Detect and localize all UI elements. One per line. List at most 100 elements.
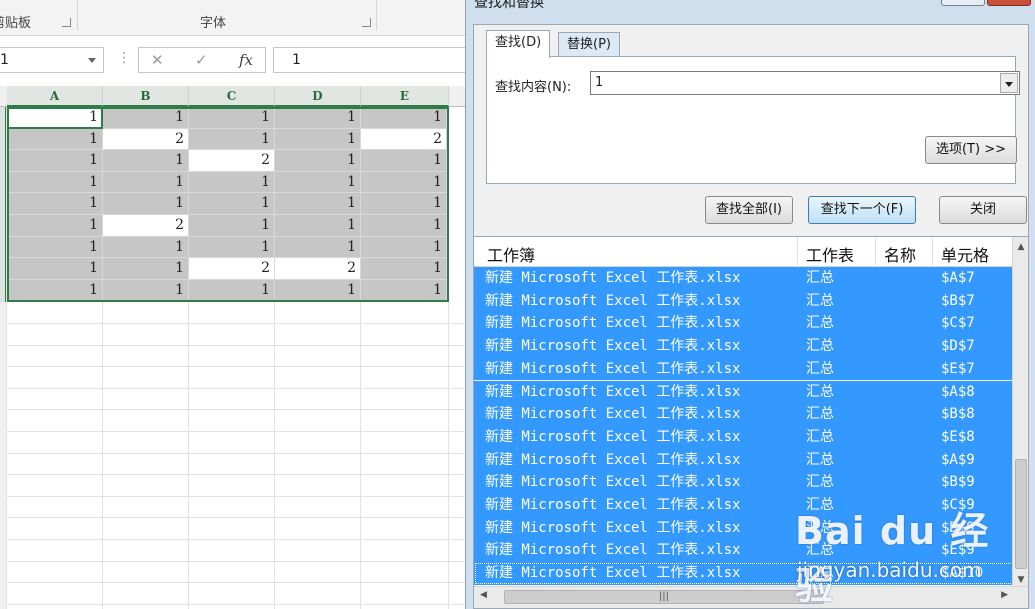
cell-d-3[interactable]: 1 [275, 150, 361, 172]
result-row[interactable]: 新建 Microsoft Excel 工作表.xlsx 汇总 $C$9 [474, 494, 1014, 517]
result-row[interactable]: 新建 Microsoft Excel 工作表.xlsx 汇总 $E$9 [474, 539, 1014, 563]
cell-a-5[interactable]: 1 [7, 193, 103, 215]
column-header-e[interactable]: E [361, 86, 449, 107]
cell-a-8[interactable]: 1 [7, 258, 103, 280]
empty-row[interactable] [7, 410, 465, 432]
insert-function-icon[interactable]: fx [239, 51, 253, 69]
cell-b-1[interactable]: 1 [103, 107, 189, 129]
cell-e-4[interactable]: 1 [361, 171, 447, 194]
tab-find[interactable]: 查找(D) [486, 30, 551, 58]
results-horizontal-scrollbar[interactable]: ◀ ||| ▶ [474, 586, 1028, 608]
cancel-icon[interactable]: ✕ [151, 51, 164, 69]
empty-row[interactable] [7, 324, 465, 346]
header-name[interactable]: 名称 [884, 242, 916, 266]
cell-b-4[interactable]: 1 [103, 171, 189, 194]
header-workbook[interactable]: 工作簿 [487, 242, 535, 266]
cell-d-1[interactable]: 1 [275, 107, 361, 129]
scroll-thumb[interactable] [1015, 459, 1027, 569]
font-launcher-icon[interactable] [362, 18, 371, 27]
cell-d-9[interactable]: 1 [275, 279, 361, 302]
chevron-down-icon[interactable] [88, 58, 96, 63]
cell-c-1[interactable]: 1 [189, 107, 275, 129]
close-window-button[interactable] [987, 0, 1031, 6]
result-row[interactable]: 新建 Microsoft Excel 工作表.xlsx 汇总 $A$9 [474, 448, 1014, 472]
cell-e-6[interactable]: 1 [361, 215, 447, 237]
column-header-d[interactable]: D [275, 86, 361, 107]
cell-d-7[interactable]: 1 [275, 236, 361, 259]
help-button[interactable] [941, 0, 985, 6]
column-header-a[interactable]: A [7, 86, 103, 107]
worksheet-grid[interactable]: ABCDE 1111112112112111111111111121111111… [0, 86, 465, 609]
header-sheet[interactable]: 工作表 [806, 242, 854, 266]
cell-a-4[interactable]: 1 [7, 171, 103, 194]
cell-d-6[interactable]: 1 [275, 215, 361, 237]
tab-replace[interactable]: 替换(P) [558, 32, 620, 56]
empty-row[interactable] [7, 604, 465, 609]
empty-row[interactable] [7, 302, 465, 324]
cell-b-3[interactable]: 1 [103, 150, 189, 172]
find-all-button[interactable]: 查找全部(I) [705, 196, 793, 224]
column-header-c[interactable]: C [189, 86, 275, 107]
enter-icon[interactable]: ✓ [195, 51, 208, 69]
empty-row[interactable] [7, 432, 465, 454]
empty-row[interactable] [7, 496, 465, 519]
cell-d-4[interactable]: 1 [275, 171, 361, 194]
cell-c-7[interactable]: 1 [189, 236, 275, 259]
cell-c-4[interactable]: 1 [189, 171, 275, 194]
find-next-button[interactable]: 查找下一个(F) [808, 196, 916, 224]
result-row[interactable]: 新建 Microsoft Excel 工作表.xlsx 汇总 $A$8 [474, 380, 1014, 404]
cell-a-9[interactable]: 1 [7, 279, 103, 302]
more-options-icon[interactable]: ⋮ [117, 50, 131, 66]
cell-d-5[interactable]: 1 [275, 193, 361, 215]
result-row[interactable]: 新建 Microsoft Excel 工作表.xlsx 汇总 $B$7 [474, 289, 1014, 313]
scroll-left-icon[interactable]: ◀ [480, 590, 487, 600]
cell-a-7[interactable]: 1 [7, 236, 103, 259]
result-row[interactable]: 新建 Microsoft Excel 工作表.xlsx 汇总 $D$9 [474, 516, 1014, 540]
scroll-up-icon[interactable]: ▲ [1013, 239, 1028, 255]
cell-e-3[interactable]: 1 [361, 150, 447, 172]
cell-e-1[interactable]: 1 [361, 107, 447, 129]
cell-c-8[interactable]: 2 [189, 258, 275, 280]
result-row[interactable]: 新建 Microsoft Excel 工作表.xlsx 汇总 $C$7 [474, 312, 1014, 336]
cell-b-9[interactable]: 1 [103, 279, 189, 302]
formula-input[interactable]: 1 [273, 47, 473, 73]
result-row[interactable]: 新建 Microsoft Excel 工作表.xlsx 汇总 $E$8 [474, 425, 1014, 449]
cell-e-2[interactable]: 2 [361, 128, 447, 151]
cell-a-2[interactable]: 1 [7, 128, 103, 151]
result-row[interactable]: 新建 Microsoft Excel 工作表.xlsx 汇总 $D$7 [474, 335, 1014, 358]
column-header-b[interactable]: B [103, 86, 189, 107]
find-what-input[interactable]: 1 [590, 71, 1020, 95]
cell-d-2[interactable]: 1 [275, 128, 361, 151]
chevron-down-icon[interactable] [1000, 73, 1018, 93]
cell-b-7[interactable]: 1 [103, 236, 189, 259]
empty-row[interactable] [7, 453, 465, 476]
empty-row[interactable] [7, 583, 465, 605]
cell-e-5[interactable]: 1 [361, 193, 447, 215]
result-row[interactable]: 新建 Microsoft Excel 工作表.xlsx 汇总 $B$8 [474, 403, 1014, 426]
empty-row[interactable] [7, 540, 465, 562]
cell-b-2[interactable]: 2 [103, 128, 189, 151]
cell-d-8[interactable]: 2 [275, 258, 361, 280]
cell-a-3[interactable]: 1 [7, 150, 103, 172]
empty-row[interactable] [7, 388, 465, 411]
scroll-thumb[interactable]: ||| [504, 590, 824, 604]
cell-b-5[interactable]: 1 [103, 193, 189, 215]
result-row[interactable]: 新建 Microsoft Excel 工作表.xlsx 汇总 $E$7 [474, 357, 1014, 381]
empty-row[interactable] [7, 475, 465, 497]
cell-e-7[interactable]: 1 [361, 236, 447, 259]
name-box[interactable]: 1 [0, 47, 104, 73]
result-row[interactable]: 新建 Microsoft Excel 工作表.xlsx 汇总 $B$9 [474, 471, 1014, 494]
cell-e-8[interactable]: 1 [361, 258, 447, 280]
empty-row[interactable] [7, 518, 465, 540]
result-row[interactable]: 新建 Microsoft Excel 工作表.xlsx 汇总 $A$7 [474, 267, 1014, 290]
cell-c-6[interactable]: 1 [189, 215, 275, 237]
empty-row[interactable] [7, 367, 465, 389]
results-vertical-scrollbar[interactable]: ▲ ▼ [1012, 237, 1028, 588]
cell-a-1[interactable]: 1 [7, 107, 103, 129]
scroll-right-icon[interactable]: ▶ [1001, 590, 1008, 600]
results-list[interactable]: 工作簿 工作表 名称 单元格 新建 Microsoft Excel 工作表.xl… [473, 236, 1029, 609]
empty-row[interactable] [7, 561, 465, 584]
cell-c-2[interactable]: 1 [189, 128, 275, 151]
cell-c-5[interactable]: 1 [189, 193, 275, 215]
results-rows[interactable]: 新建 Microsoft Excel 工作表.xlsx 汇总 $A$7 新建 Micr… [474, 267, 1014, 588]
